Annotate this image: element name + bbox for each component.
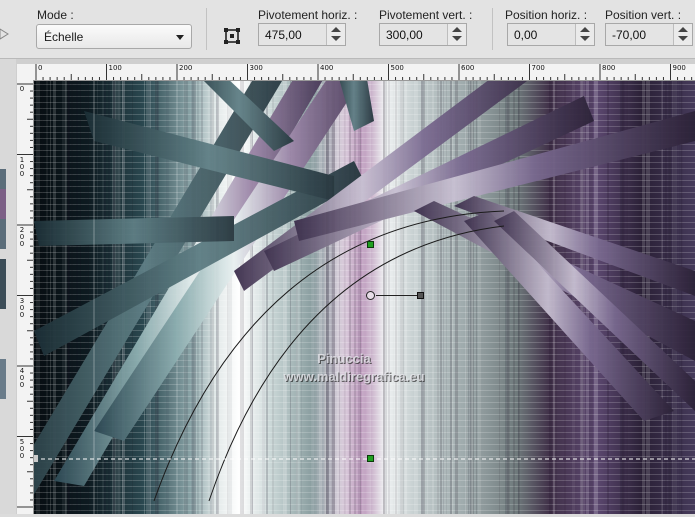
texture-stripe [349,81,351,514]
stepper-arrows[interactable] [575,24,594,45]
stepper-arrows[interactable] [326,24,345,45]
watermark-url: www.maldiregrafica.eu [283,369,425,384]
arrow-down-icon[interactable] [331,36,341,41]
pivot-horizontal-stepper[interactable]: 475,00 [258,23,346,46]
texture-stripe [362,81,365,514]
position-horizontal-label: Position horiz. : [505,8,588,22]
texture-stripe [446,81,447,514]
texture-stripe [676,81,677,514]
horizontal-ruler-ticks [35,64,693,80]
texture-stripe [383,81,387,514]
texture-stripe [440,81,442,514]
texture-stripe [388,81,390,514]
texture-stripe [339,81,340,514]
position-vertical-value: -70,00 [612,28,647,42]
left-panel-edge [0,59,16,514]
ruler-label: 5 0 0 [19,437,25,460]
texture-stripe [476,81,477,514]
pick-tool-icon[interactable] [223,27,241,45]
tool-options-bar: Mode : Échelle Pivotement horiz. : 475,0… [0,0,695,59]
rotation-center-handle[interactable] [366,291,375,300]
texture-stripe [341,81,343,514]
stepper-arrows[interactable] [447,24,466,45]
arrow-up-icon[interactable] [452,27,462,32]
mode-select-value: Échelle [44,30,84,44]
workspace: 0 100 200 300 400 500 600 700 800 900 0 1 0 0 2 0 0… [0,59,695,514]
texture-stripe [452,81,453,514]
vertical-ruler: 0 1 0 0 2 0 0 3 0 0 4 0 0 5 0 0 [17,81,34,514]
watermark-name: Pinuccia [317,351,371,366]
position-horizontal-stepper[interactable]: 0,00 [507,23,595,46]
texture-stripe [360,81,361,514]
texture-stripe [466,81,467,514]
ruler-label: 3 0 0 [19,296,25,319]
ruler-label: 600 [461,64,475,72]
texture-stripe [71,81,73,514]
ruler-label: 100 [108,64,122,72]
texture-stripe [468,81,472,514]
texture-stripe [394,81,398,514]
texture-stripe [455,81,458,514]
arrow-down-icon[interactable] [580,36,590,41]
rotation-arm [376,295,419,296]
texture-stripe [325,81,326,514]
horizontal-ruler: 0 100 200 300 400 500 600 700 800 900 [33,64,695,81]
ruler-label: 4 0 0 [19,367,25,389]
ruler-label: 300 [249,64,263,72]
ruler-label: 0 [19,85,25,93]
arrow-down-icon[interactable] [452,36,462,41]
ruler-label: 900 [672,64,686,72]
texture-stripe [345,81,348,514]
arrow-up-icon[interactable] [678,27,688,32]
scale-handle-left[interactable] [34,455,38,462]
ruler-label: 2 0 0 [19,226,25,248]
rotation-handle[interactable] [417,292,424,299]
arrow-up-icon[interactable] [331,27,341,32]
texture-stripe [478,81,479,514]
mode-select[interactable]: Échelle [36,24,192,49]
texture-stripe [354,81,356,514]
ruler-label: 0 [38,64,43,72]
texture-stripe [250,81,253,514]
pivot-horizontal-value: 475,00 [265,28,302,42]
texture-stripe [443,81,444,514]
texture-stripe [331,81,335,514]
mode-label: Mode : [37,8,74,22]
ruler-corner [17,64,33,81]
texture-stripe [679,81,683,514]
pivot-handle[interactable] [367,241,374,248]
pivot-vertical-value: 300,00 [386,28,423,42]
texture-stripe [450,81,452,514]
ruler-label: 400 [320,64,334,72]
toolbar-divider [492,8,493,50]
texture-stripe [62,81,66,514]
ruler-label: 500 [390,64,404,72]
ruler-label: 800 [602,64,616,72]
ruler-label: 1 0 0 [19,155,25,178]
pivot-horizontal-label: Pivotement horiz. : [258,8,358,22]
toolbar-divider [206,8,207,50]
position-vertical-label: Position vert. : [605,8,682,22]
chevron-down-icon [176,35,184,40]
pivot-vertical-stepper[interactable]: 300,00 [379,23,467,46]
ruler-label: 200 [179,64,193,72]
stepper-arrows[interactable] [673,24,692,45]
canvas-artwork [34,81,695,514]
position-vertical-stepper[interactable]: -70,00 [605,23,693,46]
texture-stripe [326,81,329,514]
partial-layer-thumbnail [0,169,6,399]
position-horizontal-value: 0,00 [514,28,538,42]
arrow-down-icon[interactable] [678,36,688,41]
texture-stripe [67,81,69,514]
scale-handle-bottom[interactable] [367,455,374,462]
partial-tool-icon[interactable] [0,27,10,41]
arrow-up-icon[interactable] [580,27,590,32]
ruler-label: 700 [531,64,545,72]
texture-stripe [479,81,481,514]
image-canvas[interactable]: Pinuccia www.maldiregrafica.eu [34,81,695,514]
pivot-vertical-label: Pivotement vert. : [379,8,473,22]
